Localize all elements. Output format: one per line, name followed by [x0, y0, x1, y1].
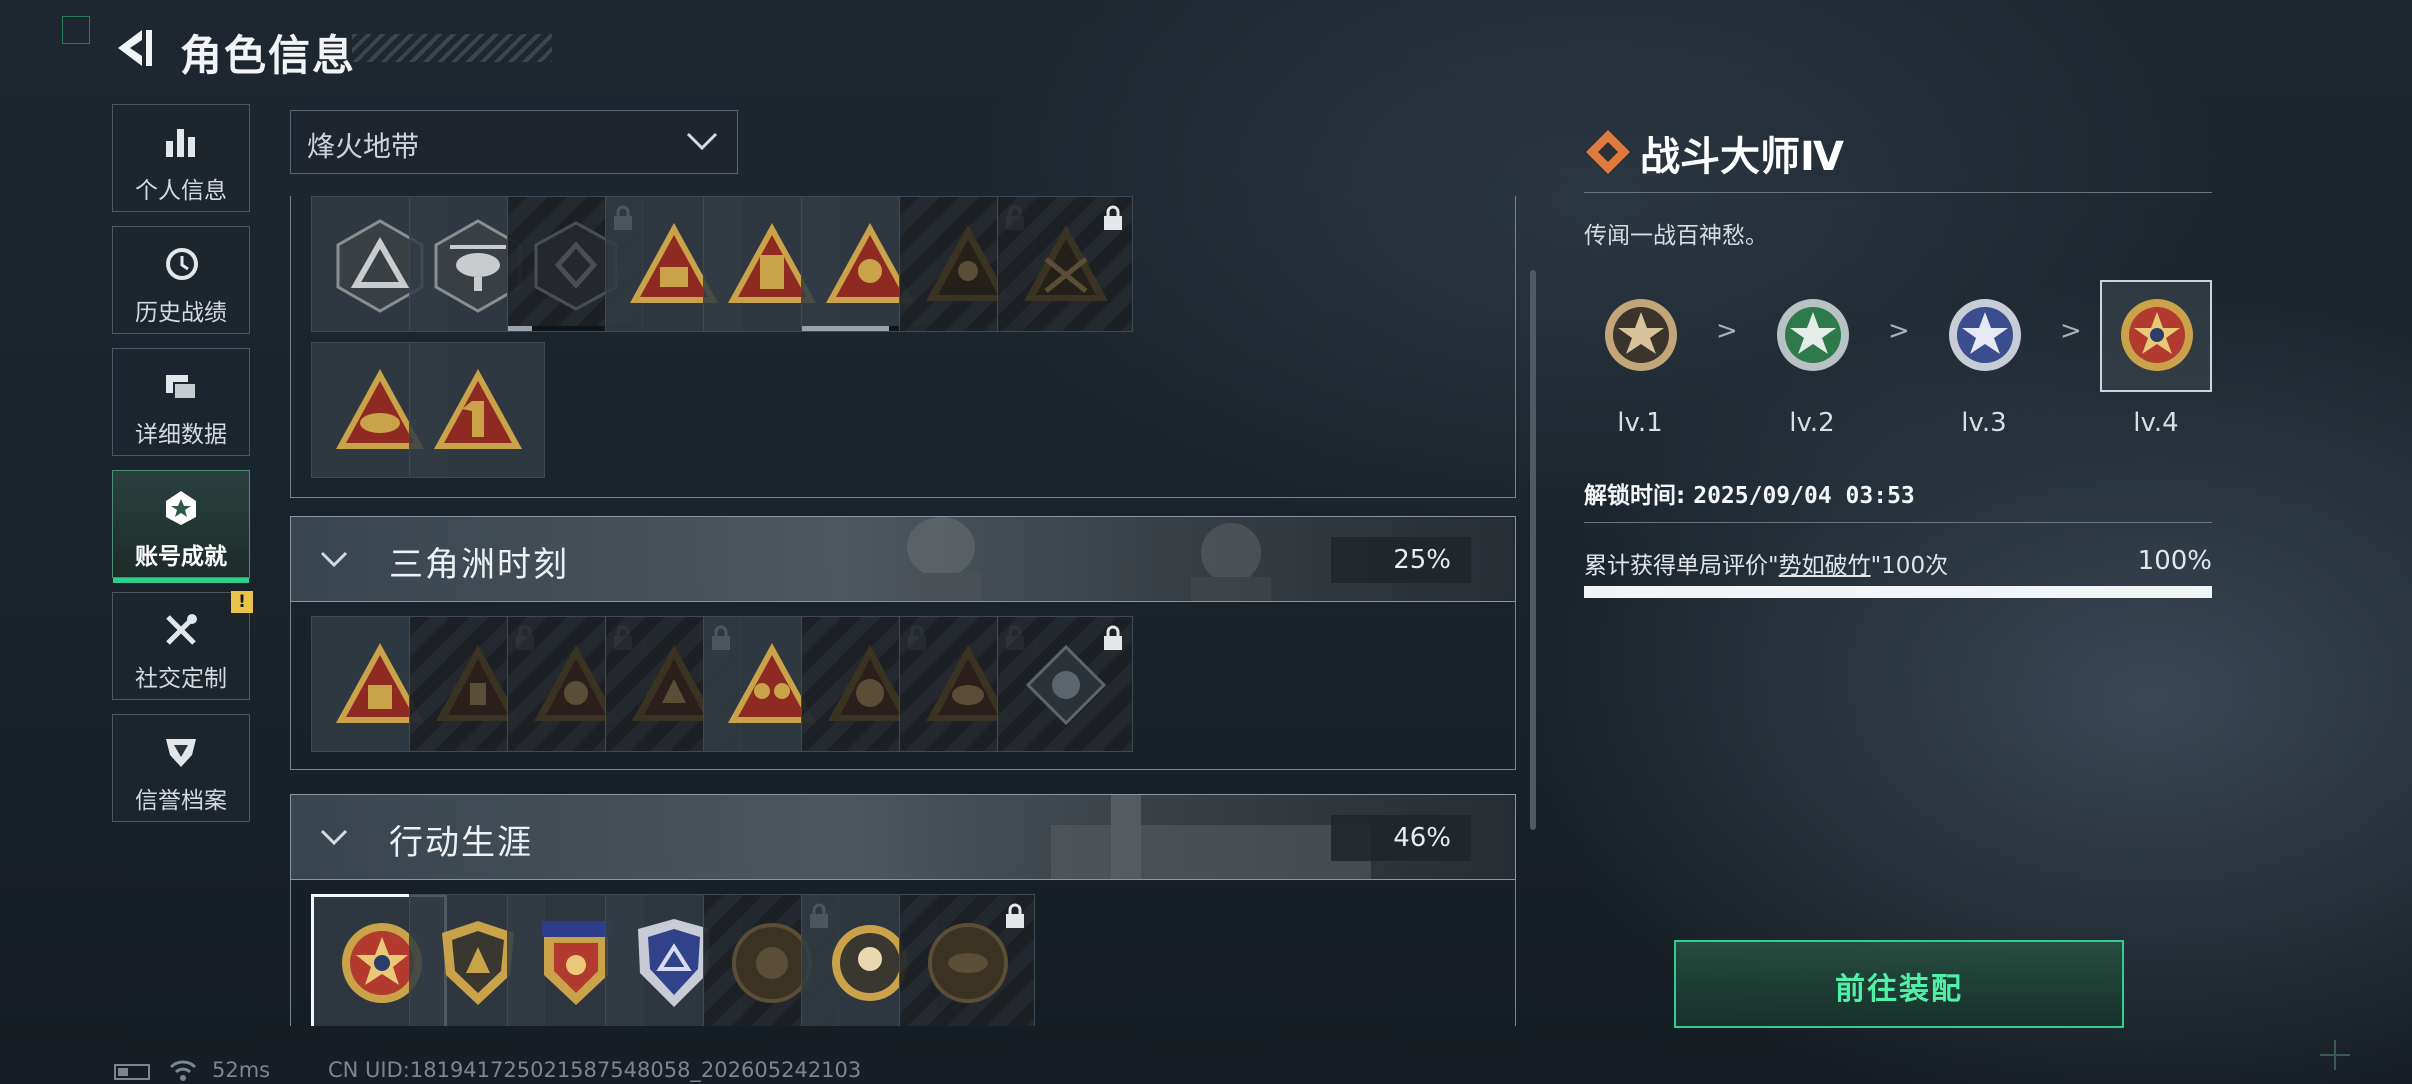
soldier-portrait-art [901, 517, 981, 601]
level-2-badge-icon [1777, 299, 1849, 371]
group-percent-box: 25% [1331, 537, 1471, 583]
go-to-equip-button[interactable]: 前往装配 [1674, 940, 2124, 1028]
wifi-icon [169, 1060, 197, 1081]
level-arrow: > [1888, 316, 1910, 346]
requirement-prefix: 累计获得单局评价" [1584, 553, 1779, 579]
title-decoration [352, 34, 552, 62]
equip-button-label: 前往装配 [1835, 972, 1963, 1007]
level-arrow: > [1716, 316, 1738, 346]
achievement-description: 传闻一战百神愁。 [1584, 223, 1768, 249]
level-1-badge-icon [1605, 299, 1677, 371]
group-name: 行动生涯 [389, 823, 533, 863]
mode-select-value: 烽火地带 [307, 130, 420, 163]
requirement-text: 累计获得单局评价"势如破竹"100次 [1584, 546, 1948, 580]
group-percent-box: 46% [1331, 815, 1471, 861]
ping-value: 52ms [212, 1058, 271, 1082]
requirement-suffix: "100次 [1870, 553, 1949, 579]
unlock-label: 解锁时间: [1584, 483, 1686, 509]
sidebar-item-achievements[interactable]: 账号成就 [112, 470, 250, 583]
requirement-progress-fill [1584, 586, 2212, 598]
chevron-down-icon [320, 829, 348, 846]
history-clock-icon [166, 248, 198, 280]
lock-icon [1104, 625, 1122, 650]
achievement-badge-icon [166, 491, 196, 525]
achievement-group-body [290, 880, 1516, 1026]
dark-eye-emblem-icon [928, 923, 1008, 1003]
achievement-badge[interactable] [409, 342, 545, 478]
battery-icon [114, 1064, 150, 1080]
dark-triangle-icon [1024, 225, 1108, 301]
level-label: lv.2 [1789, 408, 1835, 438]
sidebar-item-label: 信誉档案 [135, 788, 227, 814]
level-label: lv.3 [1961, 408, 2007, 438]
level-arrow: > [2060, 316, 2082, 346]
corner-plus-mark [2320, 1040, 2350, 1070]
sidebar-item-detailed-data[interactable]: 详细数据 [112, 348, 250, 456]
achievement-title: 战斗大师Ⅳ [1640, 134, 1844, 180]
back-arrow-icon[interactable] [112, 26, 156, 70]
achievement-group-body [290, 196, 1516, 498]
achievement-level-2[interactable]: lv.2 [1756, 280, 1872, 438]
achievement-group-header-moments[interactable]: 三角洲时刻 25% [290, 516, 1516, 602]
requirement-highlight: 势如破竹 [1778, 553, 1871, 579]
requirement-percent: 100% [2137, 546, 2212, 576]
alert-badge: ! [231, 591, 253, 613]
sidebar-item-label: 历史战绩 [135, 300, 227, 326]
achievement-level-4[interactable]: lv.4 [2100, 280, 2216, 438]
sidebar-item-label: 详细数据 [135, 422, 227, 448]
group-percent: 46% [1393, 823, 1451, 853]
lock-icon [1006, 903, 1024, 928]
sidebar-item-personal-info[interactable]: 个人信息 [112, 104, 250, 212]
credit-shield-icon [166, 739, 196, 767]
soldier-portrait-art [1191, 523, 1271, 601]
battlefield-art [1051, 795, 1371, 879]
level-3-badge-icon [1949, 299, 2021, 371]
page-title: 角色信息 [180, 31, 357, 80]
list-scrollbar[interactable] [1530, 270, 1536, 830]
divider [1584, 522, 2212, 523]
rose-diamond-icon [1025, 644, 1107, 726]
achievement-level-3[interactable]: lv.3 [1928, 280, 2044, 438]
group-percent: 25% [1393, 545, 1451, 575]
top-bar: 角色信息 [112, 20, 552, 80]
user-uid: CN UID:18194172502158754805​8_2026052421… [328, 1058, 862, 1082]
achievement-group-body [290, 602, 1516, 770]
gold-triangle-one-icon [434, 369, 522, 449]
unlock-time: 2025/09/04 03:53 [1693, 483, 1915, 509]
level-4-badge-icon [2121, 299, 2193, 371]
status-bar: 52ms CN UID:18194172502158754805​8_20260… [112, 1058, 1012, 1084]
chevron-down-icon [686, 132, 718, 151]
sidebar-item-social-custom[interactable]: 社交定制 ! [112, 591, 253, 700]
achievement-list[interactable]: 三角洲时刻 25% 行动生涯 46% [290, 196, 1518, 1026]
achievement-badge-locked[interactable] [997, 616, 1133, 752]
corner-frame-mark [62, 16, 90, 44]
sidebar-item-label: 账号成就 [135, 544, 227, 570]
sidebar-item-credit-profile[interactable]: 信誉档案 [112, 714, 250, 822]
mode-select-dropdown[interactable]: 烽火地带 [290, 110, 738, 174]
achievement-diamond-icon [1586, 130, 1630, 174]
achievement-badge-locked[interactable] [997, 196, 1133, 332]
group-name: 三角洲时刻 [389, 545, 569, 585]
achievement-level-1[interactable]: lv.1 [1584, 280, 1700, 438]
active-indicator [113, 578, 249, 583]
sidebar-item-history[interactable]: 历史战绩 [112, 226, 250, 334]
tools-icon [166, 614, 197, 645]
level-label: lv.4 [2133, 408, 2179, 438]
lock-icon [1104, 205, 1122, 230]
data-cards-icon [166, 375, 197, 400]
unlock-time-row: 解锁时间: 2025/09/04 03:53 [1584, 476, 1915, 510]
chevron-down-icon [320, 551, 348, 568]
achievement-group-header-career[interactable]: 行动生涯 46% [290, 794, 1516, 880]
requirement-progress-bar [1584, 586, 2212, 598]
bar-chart-icon [166, 129, 195, 157]
level-label: lv.1 [1617, 408, 1663, 438]
sidebar-item-label: 社交定制 [135, 666, 227, 692]
sidebar-item-label: 个人信息 [135, 178, 227, 204]
divider [1584, 192, 2212, 193]
achievement-badge-locked[interactable] [899, 894, 1035, 1026]
